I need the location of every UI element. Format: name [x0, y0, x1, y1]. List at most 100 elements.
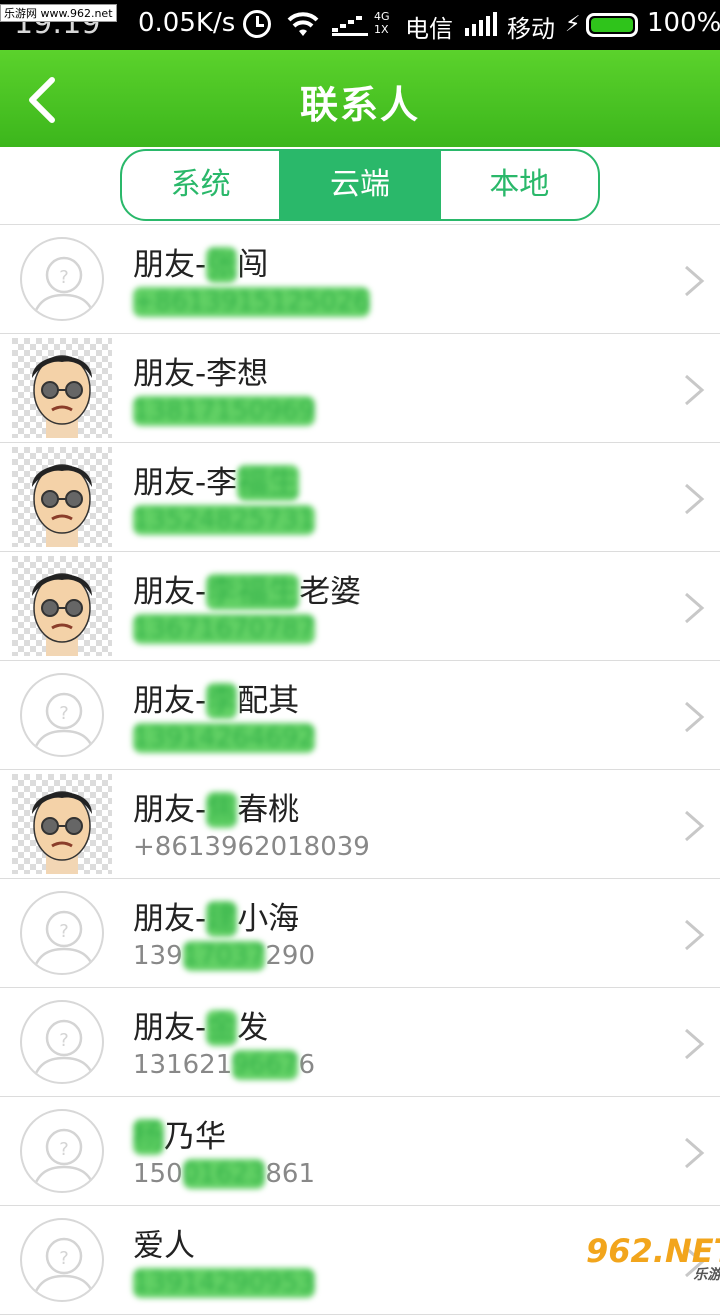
contact-phone: 15001623861 — [133, 1159, 315, 1189]
contact-phone-redacted: 17037 — [182, 941, 266, 971]
svg-text:?: ? — [59, 1030, 69, 1051]
battery-level — [591, 18, 633, 32]
chevron-right-icon — [682, 1135, 706, 1171]
contact-phone-redacted: 13524825731 — [133, 505, 315, 535]
site-watermark: 962.NET 乐游网 — [586, 1232, 720, 1283]
contact-phone-part: 861 — [265, 1159, 315, 1189]
contact-name-part: 乃华 — [164, 1119, 226, 1155]
contact-phone-redacted: 01623 — [182, 1159, 266, 1189]
contact-name: 朋友-焦春桃 — [133, 784, 299, 829]
segmented-tabs: 系统 云端 本地 — [120, 149, 600, 221]
chevron-right-icon — [682, 917, 706, 953]
contact-photo-avatar — [12, 774, 112, 874]
svg-text:?: ? — [59, 921, 69, 942]
contact-phone: +8613962018039 — [133, 832, 370, 862]
tab-2[interactable]: 本地 — [438, 151, 598, 219]
contact-row[interactable]: ? 朋友-李配其 13914264692 — [0, 661, 720, 770]
contact-name-redacted: 张 — [206, 247, 238, 283]
contact-phone-part: 139 — [133, 941, 183, 971]
watermark-label: 乐游网 www.962.net — [0, 4, 117, 22]
chevron-right-icon — [682, 590, 706, 626]
title-bar: 联系人 — [0, 50, 720, 147]
contact-name: 朋友-建小海 — [133, 893, 299, 938]
contact-phone: 13817150969 — [133, 396, 315, 426]
contact-name: 朋友-李福生老婆 — [133, 566, 361, 611]
contact-name-part: 朋友- — [133, 683, 207, 719]
chevron-right-icon — [682, 372, 706, 408]
contact-name-redacted: 金 — [206, 1010, 238, 1046]
svg-text:?: ? — [59, 267, 69, 288]
chevron-right-icon — [682, 263, 706, 299]
contact-name: 爱人 — [133, 1220, 195, 1265]
page-title: 联系人 — [299, 83, 420, 127]
contact-phone: 13917037290 — [133, 941, 315, 971]
alarm-clock-icon — [243, 10, 271, 38]
contact-row[interactable]: 朋友-李想 13817150969 — [0, 334, 720, 443]
contact-photo-avatar — [12, 338, 112, 438]
default-avatar-icon: ? — [20, 673, 104, 757]
contact-name-part: 朋友-李想 — [133, 356, 269, 392]
contact-name-redacted: 建 — [206, 901, 238, 937]
chevron-right-icon — [682, 481, 706, 517]
contact-photo-avatar — [12, 556, 112, 656]
contact-name-part: 小海 — [237, 901, 300, 937]
signal-dots-icon — [332, 16, 368, 36]
contact-row[interactable]: ? 朋友-建小海 13917037290 — [0, 879, 720, 988]
contact-name-redacted: 杨 — [133, 1119, 164, 1155]
contact-row[interactable]: 朋友-李福生老婆 13671670787 — [0, 552, 720, 661]
svg-text:?: ? — [59, 1248, 69, 1269]
contact-name-part: 发 — [237, 1010, 269, 1046]
contact-name-part: 老婆 — [299, 574, 362, 610]
contact-phone-redacted: 9667 — [232, 1050, 299, 1080]
tab-1[interactable]: 云端 — [279, 151, 439, 219]
contact-name: 朋友-李配其 — [133, 675, 299, 720]
contact-phone: 13524825731 — [133, 505, 315, 535]
default-avatar-icon: ? — [20, 1000, 104, 1084]
status-bar: 19:19 乐游网 www.962.net 0.05K/s 4G 1X 电信 移动… — [0, 0, 720, 50]
contact-phone: 13914290953 — [133, 1268, 315, 1298]
contact-name-redacted: 李福生 — [206, 574, 300, 610]
contact-phone: +8613915125026 — [133, 287, 370, 317]
contact-phone: 13671670787 — [133, 614, 315, 644]
default-avatar-icon: ? — [20, 1218, 104, 1302]
chevron-right-icon — [682, 1026, 706, 1062]
contact-name: 朋友-金发 — [133, 1002, 268, 1047]
contact-phone-redacted: 13817150969 — [133, 396, 315, 426]
battery-percent: 100% — [647, 8, 720, 38]
svg-text:?: ? — [59, 703, 69, 724]
carrier-2: 移动 — [507, 15, 555, 43]
contact-name-part: 朋友- — [133, 247, 207, 283]
contact-name: 杨乃华 — [133, 1111, 226, 1156]
contact-phone: 13162196676 — [133, 1050, 315, 1080]
contact-photo-avatar — [12, 447, 112, 547]
wifi-icon — [287, 12, 319, 36]
contact-name-part: 朋友- — [133, 1010, 207, 1046]
svg-text:?: ? — [59, 1139, 69, 1160]
contact-name-part: 春桃 — [237, 792, 300, 828]
chevron-right-icon — [682, 699, 706, 735]
chevron-right-icon — [682, 808, 706, 844]
contact-name-redacted: 李 — [206, 683, 238, 719]
contact-name-part: 闯 — [237, 247, 269, 283]
contact-row[interactable]: ? 朋友-张闯 +8613915125026 — [0, 225, 720, 334]
contact-name-part: 朋友- — [133, 792, 207, 828]
contact-phone-part: 150 — [133, 1159, 183, 1189]
contact-name-redacted: 焦 — [206, 792, 238, 828]
network-type: 4G 1X — [374, 10, 390, 36]
contact-phone-redacted: 13914264692 — [133, 723, 315, 753]
contact-row[interactable]: ? 杨乃华 15001623861 — [0, 1097, 720, 1206]
contact-name-part: 朋友- — [133, 574, 207, 610]
tab-0[interactable]: 系统 — [122, 151, 279, 219]
charging-bolt-icon: ⚡ — [565, 12, 581, 37]
contact-row[interactable]: 朋友-焦春桃 +8613962018039 — [0, 770, 720, 879]
contact-row[interactable]: ? 朋友-金发 13162196676 — [0, 988, 720, 1097]
contact-name-part: 朋友-李 — [133, 465, 238, 501]
carrier-1: 电信 — [405, 15, 453, 43]
contact-list[interactable]: ? 朋友-张闯 +8613915125026 朋友-李想 13817150969 朋友-李… — [0, 225, 720, 1315]
contact-name-part: 朋友- — [133, 901, 207, 937]
tab-bar-area: 系统 云端 本地 — [0, 147, 720, 225]
network-speed: 0.05K/s — [138, 8, 236, 38]
default-avatar-icon: ? — [20, 891, 104, 975]
contact-row[interactable]: 朋友-李福生 13524825731 — [0, 443, 720, 552]
battery-icon — [586, 13, 638, 37]
